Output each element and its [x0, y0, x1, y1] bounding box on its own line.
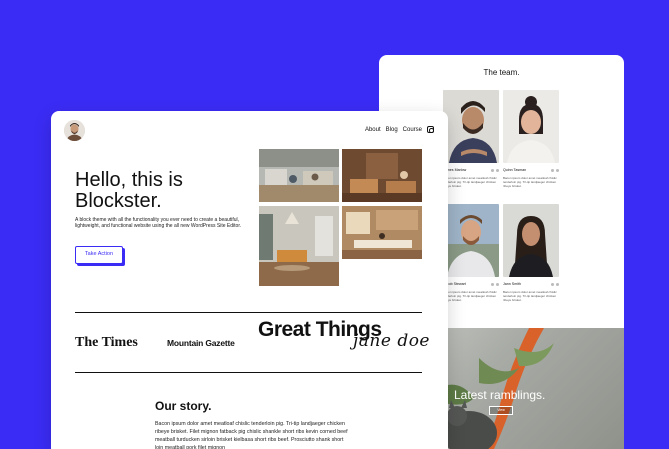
team-member-bio: Bacon ipsum dolor amet meatloaf chislic … [443, 290, 497, 302]
team-member-card[interactable]: Quinn Tasman Bacon ipsum dolor amet meat… [503, 90, 559, 188]
hero-title: Hello, this is Blockster. [75, 169, 183, 212]
team-member-name: Jann Smith [503, 282, 521, 286]
team-member-photo [503, 204, 559, 277]
logo-mountain-gazette: Mountain Gazette [167, 338, 235, 348]
homepage-card: About Blog Course Hello, this is Blockst… [51, 111, 448, 449]
nav-item-blog[interactable]: Blog [386, 127, 398, 133]
team-member-bio: Bacon ipsum dolor amet meatloaf chislic … [443, 176, 497, 188]
nav-item-course[interactable]: Course [403, 127, 422, 133]
social-icons [491, 282, 499, 286]
ramblings-title: Latest ramblings. [454, 388, 546, 402]
social-icons [491, 168, 499, 172]
gallery-image [259, 149, 339, 202]
social-icons [551, 282, 559, 286]
team-member-bio: Bacon ipsum dolor amet meatloaf chislic … [503, 290, 557, 302]
social-icon[interactable] [496, 282, 499, 286]
team-member-card[interactable]: Jann Smith Bacon ipsum dolor amet meatlo… [503, 204, 559, 302]
social-icon[interactable] [496, 168, 499, 172]
divider [75, 312, 422, 313]
team-member-photo [443, 204, 499, 277]
social-icon[interactable] [551, 282, 554, 286]
take-action-button[interactable]: Take Action [75, 246, 123, 264]
logo-the-times: The Times [75, 335, 138, 350]
social-icon[interactable] [491, 282, 494, 286]
team-member-card[interactable]: Jacob Stewart Bacon ipsum dolor amet mea… [443, 204, 499, 302]
avatar[interactable] [64, 120, 85, 141]
instagram-icon[interactable] [427, 126, 434, 133]
story-title: Our story. [155, 399, 212, 413]
logo-jane-doe: jane doe [353, 331, 430, 351]
team-member-card[interactable]: James Marlow Bacon ipsum dolor amet meat… [443, 90, 499, 188]
gallery-image [259, 206, 339, 286]
gallery-image [342, 149, 422, 202]
nav-item-about[interactable]: About [365, 127, 381, 133]
social-icon[interactable] [556, 168, 559, 172]
logo-great-things-text: Great Things [258, 318, 382, 341]
main-nav: About Blog Course [365, 126, 434, 133]
team-member-photo [443, 90, 499, 163]
team-member-photo [503, 90, 559, 163]
social-icon[interactable] [556, 282, 559, 286]
gallery-image [342, 206, 422, 259]
team-member-bio: Bacon ipsum dolor amet meatloaf chislic … [503, 176, 557, 188]
social-icon[interactable] [551, 168, 554, 172]
logo-great-things: Great Things [258, 318, 382, 341]
team-title: The team. [483, 68, 520, 77]
hero-description: A block theme with all the functionality… [75, 217, 242, 230]
team-member-name: Quinn Tasman [503, 168, 527, 172]
ramblings-view-button[interactable]: View [489, 406, 513, 415]
social-icons [551, 168, 559, 172]
social-icon[interactable] [491, 168, 494, 172]
divider [75, 372, 422, 373]
story-text: Bacon ipsum dolor amet meatloaf chislic … [155, 421, 348, 449]
